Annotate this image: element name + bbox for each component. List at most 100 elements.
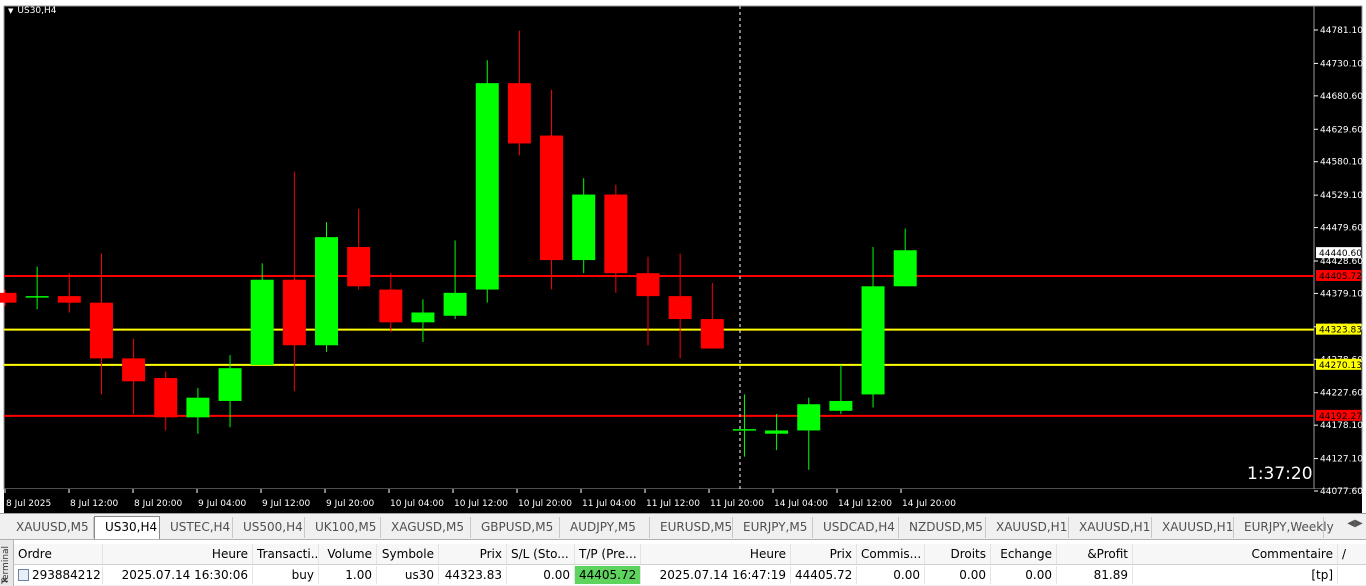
- candle-body: [347, 246, 371, 287]
- column-header[interactable]: Ordre: [14, 544, 103, 564]
- x-tick-label: 8 Jul 20:00: [134, 499, 183, 509]
- candle-body: [443, 292, 467, 316]
- table-cell: 2025.07.14 16:47:19: [641, 566, 791, 584]
- y-tick-label: 44379.10: [1320, 289, 1363, 299]
- chart-tab[interactable]: NZDUSD,M5: [899, 517, 986, 538]
- column-header[interactable]: Prix: [791, 544, 857, 564]
- symbol-timeframe: US30,H4: [17, 6, 57, 16]
- y-tick-label: 44479.60: [1320, 224, 1363, 234]
- trade-table-header: Ordre Heure Transacti... Volume Symbole Prix S…: [14, 544, 1366, 565]
- x-tick-label: 14 Jul 12:00: [838, 499, 892, 509]
- chart-tab[interactable]: US30,H4: [94, 516, 160, 539]
- column-header[interactable]: Droits: [925, 544, 991, 564]
- candle-body: [25, 296, 49, 298]
- tab-scroll-arrows-icon[interactable]: ◀▶: [1344, 518, 1366, 538]
- x-tick-label: 8 Jul 2025: [6, 499, 51, 509]
- x-tick-label: 10 Jul 04:00: [390, 499, 444, 509]
- table-cell: 44323.83: [439, 566, 507, 584]
- candle-body: [154, 378, 178, 418]
- y-tick-label: 44629.60: [1320, 125, 1363, 135]
- y-tick-label: 44077.60: [1320, 487, 1363, 497]
- table-cell: 81.89: [1057, 566, 1133, 584]
- table-cell: 44405.72: [791, 566, 857, 584]
- chart-tab[interactable]: US500,H4: [233, 517, 305, 538]
- column-header[interactable]: Echange: [991, 544, 1057, 564]
- chart-tab[interactable]: XAUUSD,H1: [1152, 517, 1234, 538]
- sort-indicator-icon[interactable]: /: [1338, 544, 1354, 564]
- table-cell: 293884212: [14, 566, 103, 584]
- column-header[interactable]: Commentaire: [1133, 544, 1338, 564]
- y-tick-label: 44580.10: [1320, 158, 1363, 168]
- candle-body: [732, 429, 756, 431]
- candlestick-chart[interactable]: 44781.10 44730.10 44680.60 44629.60 44580.10…: [0, 0, 1366, 513]
- table-cell: 0.00: [991, 566, 1057, 584]
- x-tick-label: 14 Jul 04:00: [774, 499, 828, 509]
- chart-tab[interactable]: UK100,M5: [305, 517, 381, 538]
- terminal-panel: ✕ Terminal Ordre Heure Transacti... Volume S…: [0, 539, 1366, 586]
- chart-tab[interactable]: AUDJPY,M5: [560, 517, 650, 538]
- chart-tab[interactable]: USDCAD,H4: [813, 517, 899, 538]
- candle-body: [829, 400, 853, 411]
- y-tick-label: 44680.60: [1320, 92, 1363, 102]
- candle-body: [411, 312, 435, 323]
- candle-body: [861, 286, 885, 395]
- candle-body: [475, 83, 499, 290]
- candle-body: [507, 83, 531, 144]
- chart-tab[interactable]: XAUUSD,H1: [1069, 517, 1152, 538]
- chart-tab[interactable]: EURJPY,Weekly: [1234, 517, 1334, 538]
- candle-body: [186, 397, 210, 418]
- y-tick-label: 44127.10: [1320, 455, 1363, 465]
- price-level-tag: 44405.72: [1319, 272, 1362, 282]
- candle-body: [282, 279, 306, 346]
- price-level-tag: 44270.13: [1319, 361, 1362, 371]
- candle-body: [315, 237, 338, 346]
- x-tick-label: 11 Jul 04:00: [582, 499, 636, 509]
- column-header[interactable]: Prix: [439, 544, 507, 564]
- table-cell: 0.00: [857, 566, 925, 584]
- dropdown-triangle-icon[interactable]: ▼: [8, 7, 13, 15]
- chart-tabs-bar: XAUUSD,M5 US30,H4 USTEC,H4 US500,H4 UK100,M5…: [0, 513, 1366, 539]
- candle-body: [218, 368, 242, 401]
- candle-body: [540, 135, 564, 261]
- x-tick-label: 9 Jul 04:00: [198, 499, 247, 509]
- chart-tab[interactable]: EURJPY,M5: [733, 517, 813, 538]
- y-tick-label: 44781.10: [1320, 26, 1363, 36]
- y-tick-label: 44178.10: [1320, 421, 1363, 431]
- x-tick-label: 11 Jul 20:00: [710, 499, 764, 509]
- x-tick-label: 9 Jul 20:00: [326, 499, 375, 509]
- chart-symbol-label[interactable]: ▼ US30,H4: [8, 6, 57, 16]
- chart-tab[interactable]: XAUUSD,H1: [986, 517, 1069, 538]
- candle-body: [636, 273, 660, 297]
- column-header[interactable]: Commis...: [857, 544, 925, 564]
- y-tick-label: 44227.60: [1320, 389, 1363, 399]
- y-tick-label: 44730.10: [1320, 59, 1363, 69]
- candle-body: [0, 292, 17, 303]
- table-cell: [tp]: [1133, 566, 1338, 584]
- x-tick-label: 11 Jul 12:00: [646, 499, 700, 509]
- column-header[interactable]: &Profit: [1057, 544, 1133, 564]
- table-cell: us30: [377, 566, 439, 584]
- column-header[interactable]: Transacti...: [253, 544, 319, 564]
- chart-window[interactable]: 44781.10 44730.10 44680.60 44629.60 44580.10…: [0, 0, 1366, 513]
- chart-tab[interactable]: EURUSD,M5: [650, 517, 733, 538]
- column-header[interactable]: Symbole: [377, 544, 439, 564]
- current-price-tag: 44440.60: [1319, 249, 1362, 259]
- chart-tab[interactable]: GBPUSD,M5: [471, 517, 560, 538]
- candle-body: [668, 296, 692, 320]
- column-header[interactable]: Heure: [103, 544, 253, 564]
- order-number: 293884212: [32, 568, 101, 582]
- price-level-tag: 44323.83: [1319, 326, 1362, 336]
- candle-body: [797, 404, 821, 431]
- price-level-tag: 44192.27: [1319, 412, 1362, 422]
- chart-tab[interactable]: XAGUSD,M5: [381, 517, 471, 538]
- chart-tab[interactable]: XAUUSD,M5: [6, 517, 94, 538]
- column-header[interactable]: T/P (Pre...: [575, 544, 641, 564]
- column-header[interactable]: Heure: [641, 544, 791, 564]
- chart-tab[interactable]: USTEC,H4: [160, 517, 233, 538]
- x-tick-label: 14 Jul 20:00: [902, 499, 956, 509]
- table-row[interactable]: 293884212 2025.07.14 16:30:06 buy 1.00 us30 4…: [14, 566, 1366, 584]
- column-header[interactable]: Volume: [319, 544, 377, 564]
- candle-body: [57, 296, 81, 303]
- y-tick-label: 44529.10: [1320, 191, 1363, 201]
- column-header[interactable]: S/L (Sto...: [507, 544, 575, 564]
